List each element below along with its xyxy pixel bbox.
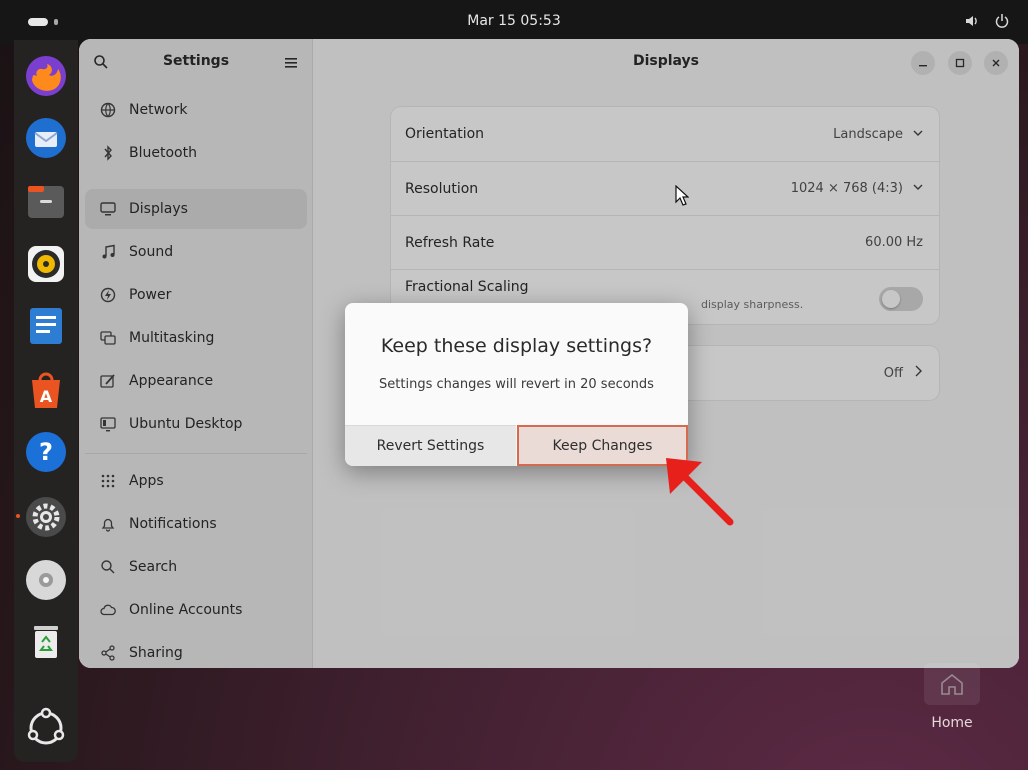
dock: A ? bbox=[14, 40, 78, 762]
svg-text:?: ? bbox=[39, 438, 53, 466]
trash-icon[interactable] bbox=[22, 618, 70, 666]
rhythmbox-icon[interactable] bbox=[22, 240, 70, 288]
power-icon bbox=[994, 12, 1010, 30]
dialog-countdown-message: Settings changes will revert in 20 secon… bbox=[379, 377, 654, 392]
clock[interactable]: Mar 15 05:53 bbox=[0, 13, 1028, 29]
dialog-title: Keep these display settings? bbox=[380, 335, 653, 357]
revert-settings-button[interactable]: Revert Settings bbox=[345, 425, 516, 466]
show-apps-icon[interactable] bbox=[22, 704, 70, 752]
svg-text:A: A bbox=[40, 387, 53, 406]
files-icon[interactable] bbox=[22, 178, 70, 226]
mouse-pointer-icon bbox=[675, 184, 690, 207]
home-icon bbox=[924, 663, 980, 705]
thunderbird-icon[interactable] bbox=[22, 114, 70, 162]
home-label: Home bbox=[931, 715, 973, 731]
disc-icon[interactable] bbox=[22, 556, 70, 604]
help-icon[interactable]: ? bbox=[22, 428, 70, 476]
app-center-icon[interactable]: A bbox=[22, 366, 70, 414]
keep-settings-dialog: Keep these display settings? Settings ch… bbox=[345, 303, 688, 466]
volume-icon bbox=[964, 12, 980, 30]
settings-icon[interactable] bbox=[16, 493, 70, 541]
writer-icon[interactable] bbox=[22, 302, 70, 350]
firefox-icon[interactable] bbox=[22, 52, 70, 100]
system-menu[interactable] bbox=[964, 12, 1010, 30]
top-bar: Mar 15 05:53 bbox=[0, 0, 1028, 44]
desktop-home-folder[interactable]: Home bbox=[922, 663, 982, 743]
annotation-arrow-icon bbox=[658, 450, 742, 532]
